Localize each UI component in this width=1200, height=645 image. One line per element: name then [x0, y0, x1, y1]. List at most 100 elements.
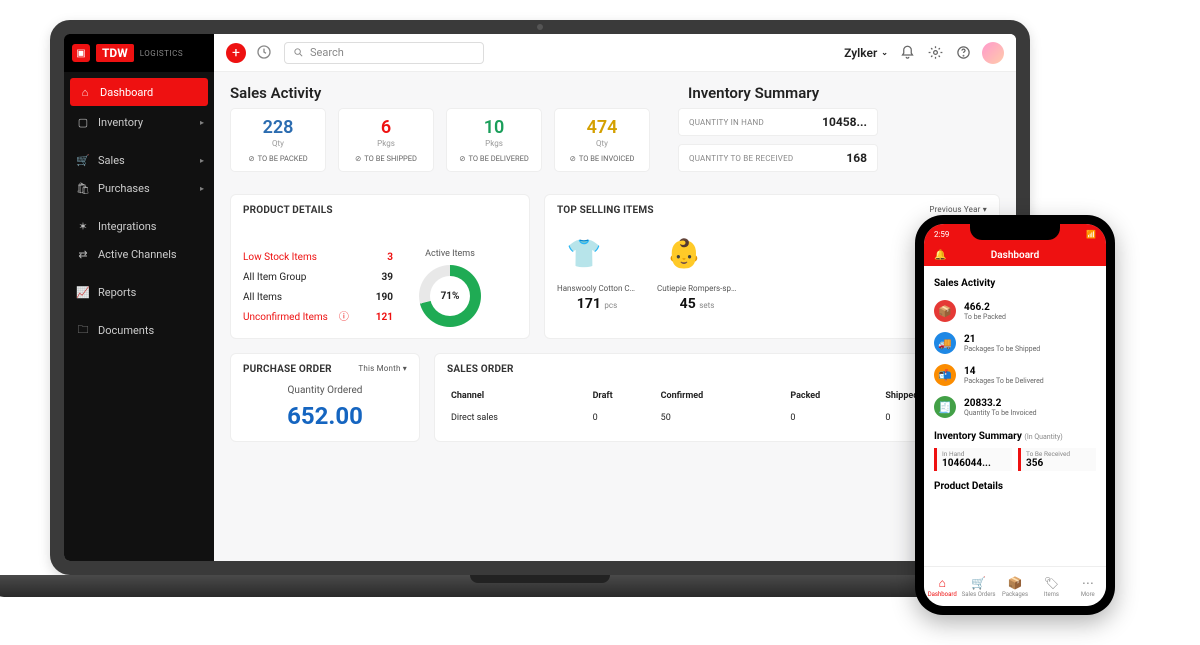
- app-window: ▣ TDW LOGISTICS ⌂ Dashboard ▢ Inventory …: [50, 20, 1030, 575]
- phone-sa-card[interactable]: 🧾 20833.2Quantity To be Invoiced: [934, 391, 1096, 423]
- search-placeholder: Search: [310, 46, 344, 59]
- nav-active-channels[interactable]: ⇄ Active Channels: [64, 240, 214, 268]
- product-image: 👕: [557, 226, 611, 280]
- product-unit: sets: [699, 301, 714, 310]
- phone-tab-dashboard[interactable]: ⌂Dashboard: [924, 567, 960, 606]
- add-button[interactable]: +: [226, 43, 246, 63]
- sa-card-shipped[interactable]: 6 Pkgs ⊘TO BE SHIPPED: [338, 108, 434, 172]
- sa-unit: Qty: [561, 139, 643, 148]
- sidebar: ▣ TDW LOGISTICS ⌂ Dashboard ▢ Inventory …: [64, 34, 214, 561]
- bell-icon[interactable]: [898, 44, 916, 62]
- pd-label: Unconfirmed Items: [243, 308, 328, 328]
- invoice-icon: 🧾: [934, 396, 956, 418]
- nav-label: Integrations: [98, 220, 156, 233]
- chevron-right-icon: ▸: [200, 156, 204, 165]
- phone-card-label: Quantity To be Invoiced: [964, 409, 1037, 417]
- product-qty: 45: [680, 296, 696, 312]
- phone-sa-card[interactable]: 🚚 21Packages To be Shipped: [934, 327, 1096, 359]
- product-image: 👶: [657, 226, 711, 280]
- gear-icon[interactable]: [926, 44, 944, 62]
- phone-card-value: 14: [964, 366, 1044, 377]
- reports-icon: 📈: [76, 285, 90, 299]
- phone-sa-title: Sales Activity: [934, 278, 1096, 289]
- bag-icon: 🛍: [76, 181, 90, 195]
- phone-tab-more[interactable]: ⋯More: [1070, 567, 1106, 606]
- more-icon: ⋯: [1082, 576, 1094, 590]
- sa-label: TO BE PACKED: [258, 154, 308, 163]
- phone-tab-items[interactable]: 🏷Items: [1033, 567, 1069, 606]
- nav-documents[interactable]: 🗀 Documents: [64, 316, 214, 344]
- phone-sa-card[interactable]: 📦 466.2To be Packed: [934, 295, 1096, 327]
- phone-inv-value: 1046044...: [942, 458, 1007, 469]
- phone-time: 2:59: [934, 230, 949, 239]
- sa-unit: Pkgs: [345, 139, 427, 148]
- nav-dashboard[interactable]: ⌂ Dashboard: [70, 78, 208, 106]
- chevron-right-icon: ▸: [200, 184, 204, 193]
- inv-in-hand: QUANTITY IN HAND 10458...: [678, 108, 878, 136]
- col-header: Confirmed: [659, 387, 787, 405]
- avatar[interactable]: [982, 42, 1004, 64]
- sa-label: TO BE SHIPPED: [364, 154, 417, 163]
- top-item[interactable]: 👕 Hanswooly Cotton Cas... 171 pcs: [557, 226, 637, 312]
- ship-icon: 🚚: [934, 332, 956, 354]
- topbar: + Search Zylker ⌄: [214, 34, 1016, 72]
- sa-card-packed[interactable]: 228 Qty ⊘TO BE PACKED: [230, 108, 326, 172]
- sa-card-invoiced[interactable]: 474 Qty ⊘TO BE INVOICED: [554, 108, 650, 172]
- panel-title: PURCHASE ORDER: [243, 364, 332, 375]
- phone-tab-sales[interactable]: 🛒Sales Orders: [960, 567, 996, 606]
- history-icon[interactable]: [256, 44, 274, 62]
- brand-name: TDW: [96, 44, 134, 62]
- sa-value: 474: [561, 117, 643, 138]
- range-selector[interactable]: This Month ▾: [358, 364, 407, 373]
- chevron-down-icon: ⌄: [881, 48, 888, 57]
- phone-card-label: Packages To be Shipped: [964, 345, 1040, 353]
- cell: 50: [659, 407, 787, 429]
- folder-icon: 🗀: [76, 323, 90, 337]
- dashboard-icon: ⌂: [78, 85, 92, 99]
- phone-notch: [970, 224, 1060, 240]
- phone-card-value: 21: [964, 334, 1040, 345]
- help-icon[interactable]: [954, 44, 972, 62]
- product-name: Hanswooly Cotton Cas...: [557, 284, 637, 293]
- sa-value: 10: [453, 117, 535, 138]
- cart-icon: 🛒: [971, 576, 986, 590]
- top-item[interactable]: 👶 Cutiepie Rompers-spo... 45 sets: [657, 226, 737, 312]
- org-switcher[interactable]: Zylker ⌄: [844, 46, 888, 60]
- nav-purchases[interactable]: 🛍 Purchases ▸: [64, 174, 214, 202]
- phone-inv-value: 356: [1026, 458, 1091, 469]
- search-input[interactable]: Search: [284, 42, 484, 64]
- cell: Direct sales: [449, 407, 589, 429]
- phone-title: Dashboard: [991, 250, 1039, 261]
- phone-tab-packages[interactable]: 📦Packages: [997, 567, 1033, 606]
- check-icon: ⊘: [248, 154, 254, 163]
- sa-value: 228: [237, 117, 319, 138]
- nav-integrations[interactable]: ✶ Integrations: [64, 212, 214, 240]
- pd-value: 39: [382, 268, 393, 288]
- pd-label: All Items: [243, 288, 282, 308]
- col-header: Draft: [591, 387, 657, 405]
- check-icon: ⊘: [355, 154, 361, 163]
- sa-label: TO BE DELIVERED: [469, 154, 529, 163]
- active-items-label: Active Items: [419, 249, 481, 259]
- info-icon: ⓘ: [339, 308, 349, 328]
- sa-card-delivered[interactable]: 10 Pkgs ⊘TO BE DELIVERED: [446, 108, 542, 172]
- active-items-donut: 71%: [419, 265, 481, 327]
- tag-icon: 🏷: [1044, 576, 1059, 590]
- phone-inv-hand: In Hand 1046044...: [934, 448, 1012, 471]
- phone-inv-label: In Hand: [942, 450, 1007, 458]
- table-row: Direct sales 0 50 0 0: [449, 407, 985, 429]
- bell-icon[interactable]: 🔔: [934, 250, 946, 261]
- sa-unit: Pkgs: [453, 139, 535, 148]
- nav-inventory[interactable]: ▢ Inventory ▸: [64, 108, 214, 136]
- nav-reports[interactable]: 📈 Reports: [64, 278, 214, 306]
- cart-icon: 🛒: [76, 153, 90, 167]
- panel-title: SALES ORDER: [447, 364, 987, 375]
- phone-card-value: 466.2: [964, 302, 1006, 313]
- inv-to-receive: QUANTITY TO BE RECEIVED 168: [678, 144, 878, 172]
- cell: 0: [591, 407, 657, 429]
- nav-sales[interactable]: 🛒 Sales ▸: [64, 146, 214, 174]
- phone-sa-card[interactable]: 📬 14Packages To be Delivered: [934, 359, 1096, 391]
- brand-logo[interactable]: ▣ TDW LOGISTICS: [64, 34, 214, 72]
- range-selector[interactable]: Previous Year ▾: [929, 205, 987, 214]
- sa-label: TO BE INVOICED: [579, 154, 635, 163]
